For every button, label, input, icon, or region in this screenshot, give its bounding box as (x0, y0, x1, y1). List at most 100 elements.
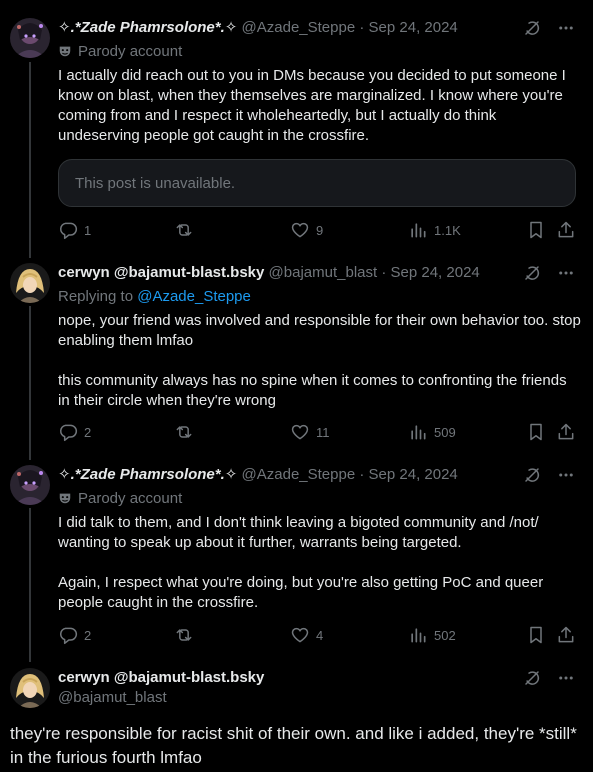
post[interactable]: cerwyn @bajamut-blast.bsky @bajamut_blas… (0, 263, 593, 453)
views-icon (408, 220, 428, 240)
heart-icon (290, 422, 310, 442)
post-actions: 1 9 1.1K (58, 220, 578, 240)
handle[interactable]: @bajamut_blast (58, 688, 167, 708)
reply-icon (58, 422, 78, 442)
post-date[interactable]: Sep 24, 2024 (369, 19, 458, 36)
views-icon (408, 422, 428, 442)
reply-count: 2 (84, 627, 92, 643)
heart-icon (290, 220, 310, 240)
parody-label: Parody account (58, 42, 182, 62)
post-text: I actually did reach out to you in DMs b… (58, 67, 570, 144)
grok-icon[interactable] (523, 264, 541, 282)
parody-label: Parody account (58, 489, 182, 509)
share-button[interactable] (556, 422, 582, 442)
bookmark-icon (526, 422, 546, 442)
display-name[interactable]: ✧.*Zade Phamrsolone*.✧ (58, 19, 237, 36)
avatar[interactable] (10, 465, 50, 505)
share-button[interactable] (556, 220, 582, 240)
post-header: ✧.*Zade Phamrsolone*.✧ @Azade_Steppe · S… (58, 18, 458, 38)
quote-text: This post is unavailable. (75, 174, 236, 192)
bookmark-icon (526, 625, 546, 645)
focused-post[interactable]: cerwyn @bajamut-blast.bsky @bajamut_blas… (0, 668, 593, 772)
repost-button[interactable] (174, 422, 200, 442)
post-actions: 2 11 509 (58, 422, 578, 442)
share-icon (556, 220, 576, 240)
post-text: they're responsible for racist shit of t… (10, 724, 577, 767)
avatar[interactable] (10, 668, 50, 708)
handle[interactable]: @Azade_Steppe (242, 19, 356, 36)
reply-button[interactable]: 2 (58, 422, 91, 442)
post-header: cerwyn @bajamut-blast.bsky @bajamut_blas… (58, 263, 480, 283)
handle[interactable]: @Azade_Steppe (242, 466, 356, 483)
quoted-post-unavailable[interactable]: This post is unavailable. (58, 159, 576, 207)
bookmark-icon (526, 220, 546, 240)
like-count: 9 (316, 222, 324, 238)
like-button[interactable]: 4 (290, 625, 323, 645)
post-date[interactable]: Sep 24, 2024 (391, 264, 480, 281)
reply-button[interactable]: 1 (58, 220, 91, 240)
views-button[interactable]: 502 (408, 625, 456, 645)
grok-icon[interactable] (523, 19, 541, 37)
separator: · (359, 466, 365, 483)
bookmark-button[interactable] (526, 422, 552, 442)
bookmark-button[interactable] (526, 220, 552, 240)
reply-count: 2 (84, 424, 92, 440)
post-text: nope, your friend was involved and respo… (58, 312, 581, 409)
bookmark-button[interactable] (526, 625, 552, 645)
avatar[interactable] (10, 263, 50, 303)
post-date[interactable]: Sep 24, 2024 (369, 466, 458, 483)
replying-prefix: Replying to (58, 288, 134, 305)
reply-icon (58, 220, 78, 240)
post-top-icons (523, 263, 575, 283)
display-name[interactable]: ✧.*Zade Phamrsolone*.✧ (58, 466, 237, 483)
parody-mask-icon (58, 491, 72, 505)
repost-button[interactable] (174, 220, 200, 240)
parody-label-text: Parody account (78, 490, 183, 507)
share-button[interactable] (556, 625, 582, 645)
reply-icon (58, 625, 78, 645)
more-icon[interactable] (557, 264, 575, 282)
like-button[interactable]: 11 (290, 422, 330, 442)
views-count: 1.1K (434, 222, 461, 238)
repost-icon (174, 422, 194, 442)
views-button[interactable]: 509 (408, 422, 456, 442)
heart-icon (290, 625, 310, 645)
like-count: 4 (316, 627, 324, 643)
parody-label-text: Parody account (78, 43, 183, 60)
like-count: 11 (316, 424, 330, 440)
reply-count: 1 (84, 222, 92, 238)
separator: · (381, 264, 387, 281)
replying-to: Replying to @Azade_Steppe (58, 287, 251, 307)
post-actions: 2 4 502 (58, 625, 578, 645)
handle-text[interactable]: @bajamut_blast (58, 689, 167, 706)
parody-mask-icon (58, 44, 72, 58)
repost-icon (174, 625, 194, 645)
handle[interactable]: @bajamut_blast (269, 264, 378, 281)
post[interactable]: ✧.*Zade Phamrsolone*.✧ @Azade_Steppe · S… (0, 465, 593, 655)
share-icon (556, 422, 576, 442)
more-icon[interactable] (557, 669, 575, 687)
replying-to-link[interactable]: @Azade_Steppe (137, 288, 251, 305)
post-header: ✧.*Zade Phamrsolone*.✧ @Azade_Steppe · S… (58, 465, 458, 485)
more-icon[interactable] (557, 19, 575, 37)
display-name[interactable]: cerwyn @bajamut-blast.bsky (58, 668, 264, 688)
views-count: 502 (434, 627, 456, 643)
like-button[interactable]: 9 (290, 220, 323, 240)
more-icon[interactable] (557, 466, 575, 484)
grok-icon[interactable] (523, 466, 541, 484)
grok-icon[interactable] (523, 669, 541, 687)
post[interactable]: ✧.*Zade Phamrsolone*.✧ @Azade_Steppe · S… (0, 18, 593, 248)
post-text: I did talk to them, and I don't think le… (58, 514, 544, 611)
post-top-icons (523, 18, 575, 38)
views-button[interactable]: 1.1K (408, 220, 461, 240)
share-icon (556, 625, 576, 645)
views-count: 509 (434, 424, 456, 440)
post-top-icons (523, 465, 575, 485)
reply-button[interactable]: 2 (58, 625, 91, 645)
post-top-icons (523, 668, 575, 688)
views-icon (408, 625, 428, 645)
display-name[interactable]: cerwyn @bajamut-blast.bsky (58, 264, 264, 281)
repost-button[interactable] (174, 625, 200, 645)
avatar[interactable] (10, 18, 50, 58)
display-name-text[interactable]: cerwyn @bajamut-blast.bsky (58, 669, 264, 686)
